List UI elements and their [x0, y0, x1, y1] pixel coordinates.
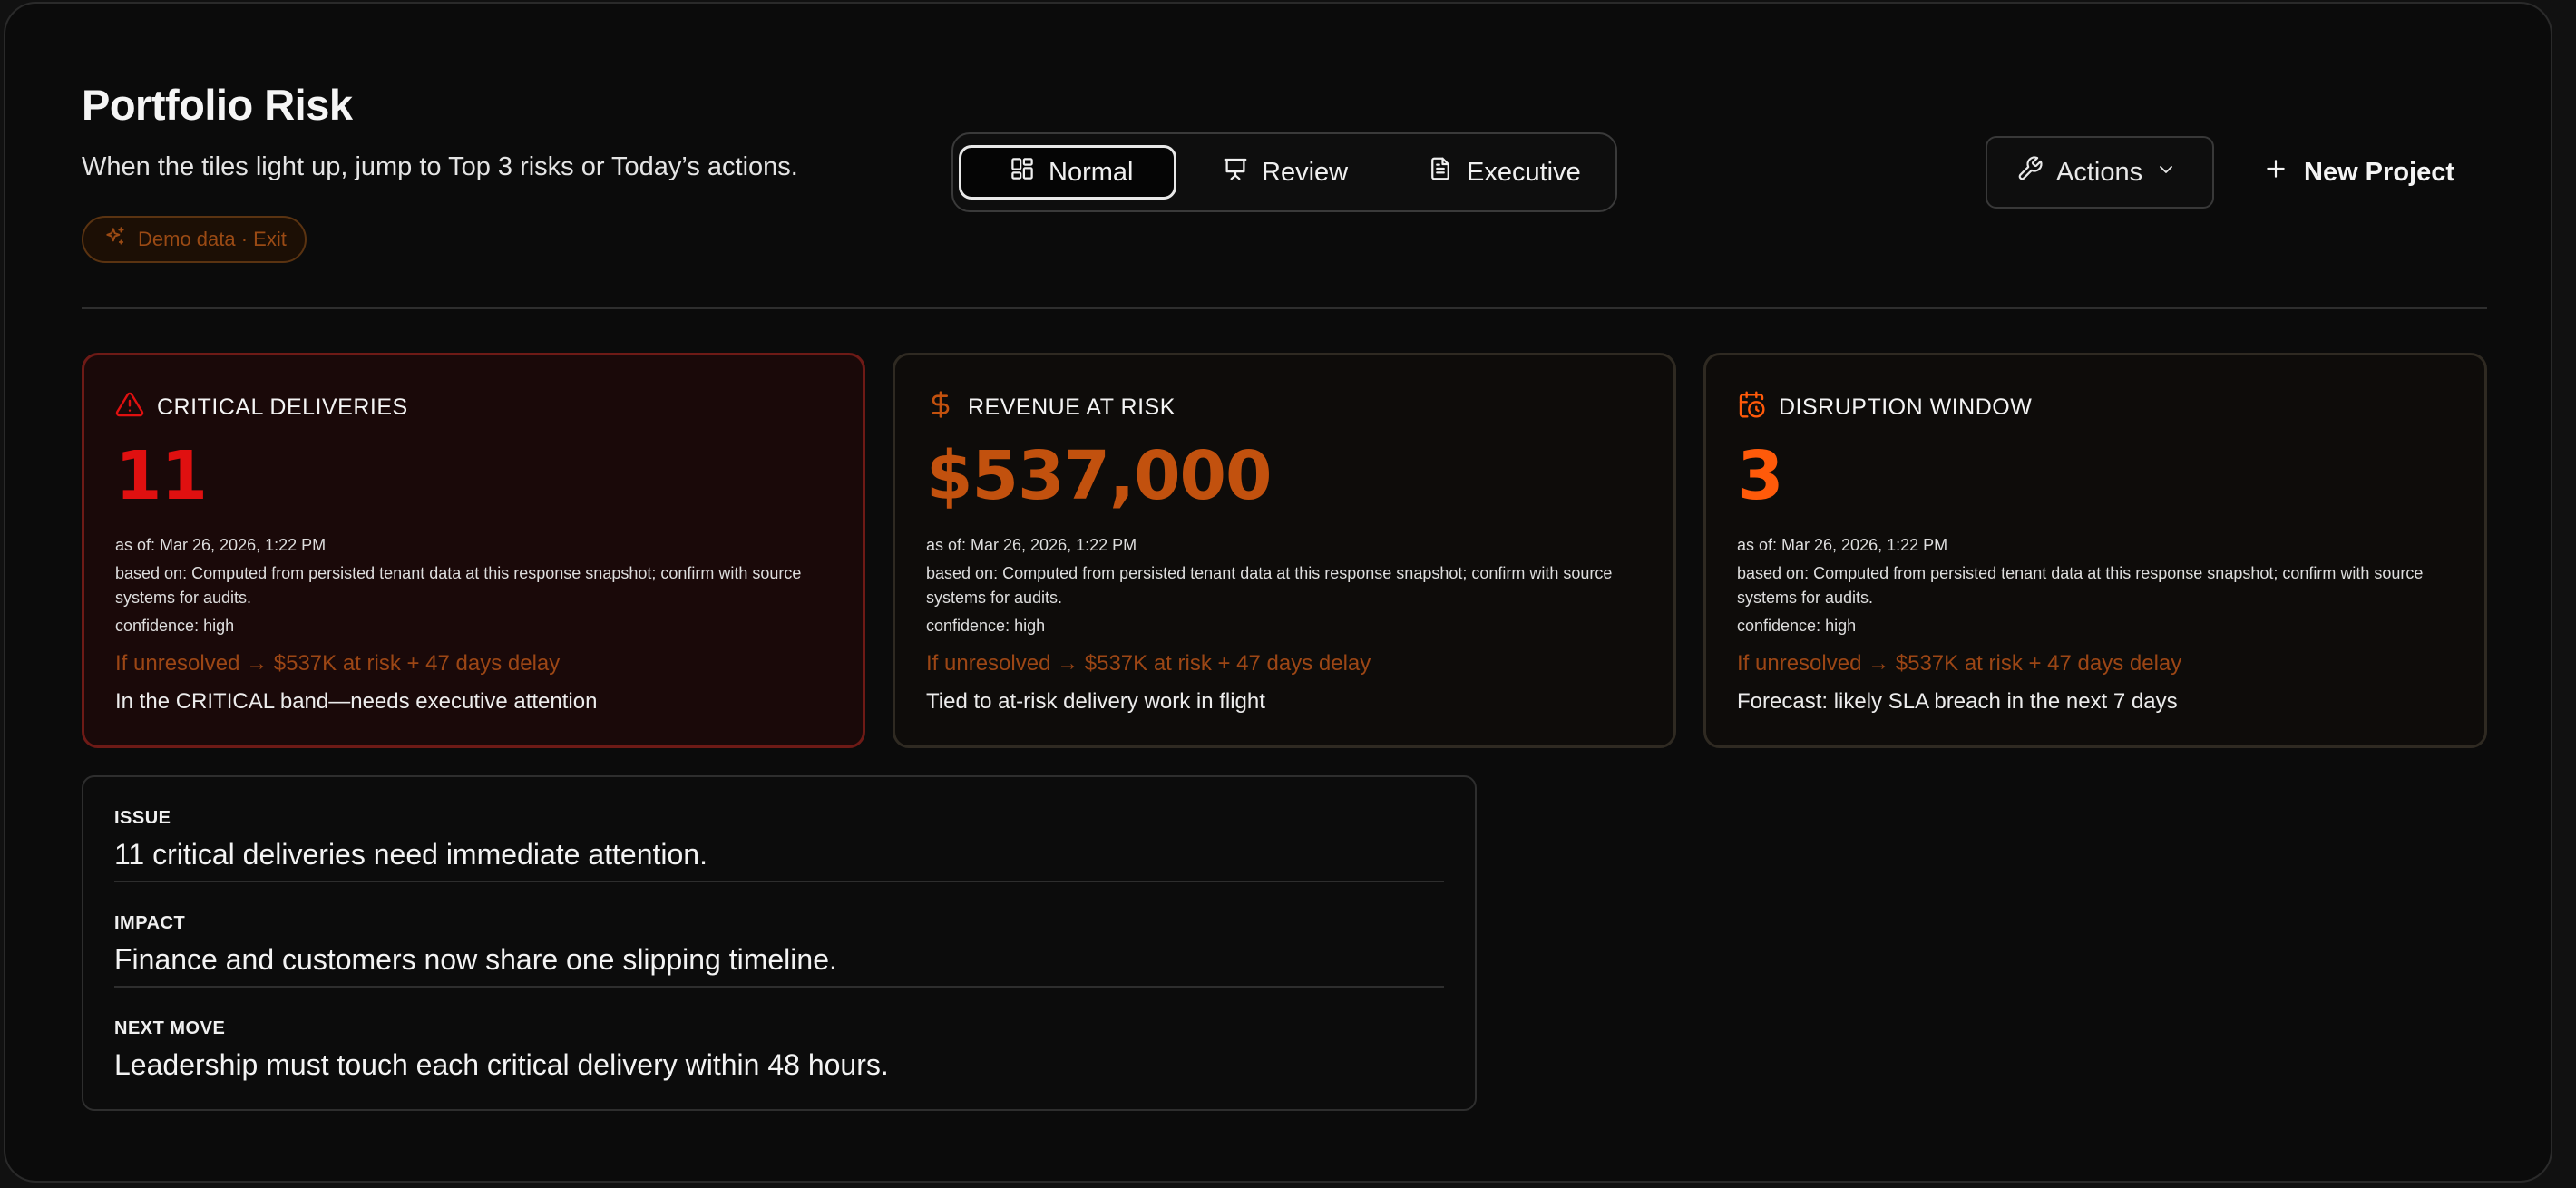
confidence-text: confidence: high	[115, 617, 235, 635]
card-note: Forecast: likely SLA breach in the next …	[1737, 689, 2178, 714]
page-title: Portfolio Risk	[82, 81, 353, 129]
card-meta: as of: Mar 26, 2026, 1:22 PM based on: C…	[115, 533, 841, 638]
card-title: CRITICAL DELIVERIES	[157, 394, 408, 420]
card-note: In the CRITICAL band—needs executive att…	[115, 689, 598, 714]
based-on-text: based on: Computed from persisted tenant…	[1737, 564, 2424, 607]
view-mode-label: Executive	[1467, 157, 1581, 187]
summary-issue-row: ISSUE 11 critical deliveries need immedi…	[114, 777, 1444, 882]
plus-icon	[2264, 157, 2288, 188]
summary-text: 11 critical deliveries need immediate at…	[114, 838, 707, 871]
new-project-button[interactable]: New Project	[2264, 136, 2454, 209]
card-title: REVENUE AT RISK	[968, 394, 1176, 420]
card-value: 3	[1737, 437, 1784, 515]
card-note: Tied to at-risk delivery work in flight	[926, 689, 1265, 714]
summary-label: IMPACT	[114, 913, 186, 933]
view-mode-label: Review	[1262, 157, 1349, 187]
new-project-label: New Project	[2304, 157, 2454, 187]
confidence-text: confidence: high	[926, 617, 1046, 635]
disruption-window-card[interactable]: DISRUPTION WINDOW 3 as of: Mar 26, 2026,…	[1703, 353, 2487, 748]
summary-impact-row: IMPACT Finance and customers now share o…	[114, 882, 1444, 988]
revenue-at-risk-card[interactable]: REVENUE AT RISK $537,000 as of: Mar 26, …	[893, 353, 1676, 748]
demo-pill-label: Demo data · Exit	[138, 228, 287, 250]
presentation-icon	[1222, 155, 1249, 190]
view-mode-switcher: Normal Review Executive	[951, 132, 1617, 212]
summary-next-move-row: NEXT MOVE Leadership must touch each cri…	[114, 988, 1444, 1093]
summary-label: NEXT MOVE	[114, 1018, 226, 1038]
header-divider	[82, 307, 2487, 309]
document-icon	[1427, 155, 1454, 190]
card-meta: as of: Mar 26, 2026, 1:22 PM based on: C…	[926, 533, 1652, 638]
chevron-down-icon	[2155, 158, 2177, 188]
card-header: DISRUPTION WINDOW	[1737, 390, 2484, 425]
unresolved-consequence: If unresolved → $537K at risk + 47 days …	[115, 651, 561, 676]
unresolved-consequence: If unresolved → $537K at risk + 47 days …	[1737, 651, 2182, 676]
calendar-clock-icon	[1737, 390, 1766, 425]
summary-text: Finance and customers now share one slip…	[114, 943, 837, 976]
wrench-icon	[2016, 155, 2044, 190]
page-subtitle: When the tiles light up, jump to Top 3 r…	[82, 152, 798, 181]
card-title: DISRUPTION WINDOW	[1779, 394, 2033, 420]
demo-data-exit-button[interactable]: Demo data · Exit	[82, 216, 307, 263]
unresolved-consequence: If unresolved → $537K at risk + 47 days …	[926, 651, 1371, 676]
based-on-text: based on: Computed from persisted tenant…	[115, 564, 802, 607]
layout-grid-icon	[1009, 155, 1036, 190]
actions-dropdown[interactable]: Actions	[1986, 136, 2214, 209]
as-of-text: as of: Mar 26, 2026, 1:22 PM	[115, 536, 327, 554]
card-value: $537,000	[926, 437, 1273, 515]
sparkle-icon	[103, 225, 127, 254]
alert-triangle-icon	[115, 390, 144, 425]
view-mode-label: Normal	[1049, 157, 1134, 187]
risk-summary-panel: ISSUE 11 critical deliveries need immedi…	[82, 775, 1477, 1111]
card-value: 11	[115, 437, 208, 515]
confidence-text: confidence: high	[1737, 617, 1857, 635]
view-mode-executive[interactable]: Executive	[1427, 145, 1581, 200]
summary-label: ISSUE	[114, 808, 171, 828]
based-on-text: based on: Computed from persisted tenant…	[926, 564, 1613, 607]
summary-text: Leadership must touch each critical deli…	[114, 1048, 889, 1081]
card-meta: as of: Mar 26, 2026, 1:22 PM based on: C…	[1737, 533, 2463, 638]
actions-label: Actions	[2056, 157, 2143, 187]
dollar-icon	[926, 390, 955, 425]
as-of-text: as of: Mar 26, 2026, 1:22 PM	[1737, 536, 1948, 554]
critical-deliveries-card[interactable]: CRITICAL DELIVERIES 11 as of: Mar 26, 20…	[82, 353, 865, 748]
as-of-text: as of: Mar 26, 2026, 1:22 PM	[926, 536, 1137, 554]
app-frame: Portfolio Risk When the tiles light up, …	[4, 2, 2552, 1183]
view-mode-normal[interactable]: Normal	[959, 145, 1176, 200]
card-header: CRITICAL DELIVERIES	[115, 392, 863, 423]
view-mode-review[interactable]: Review	[1222, 145, 1348, 200]
card-header: REVENUE AT RISK	[926, 390, 1673, 425]
